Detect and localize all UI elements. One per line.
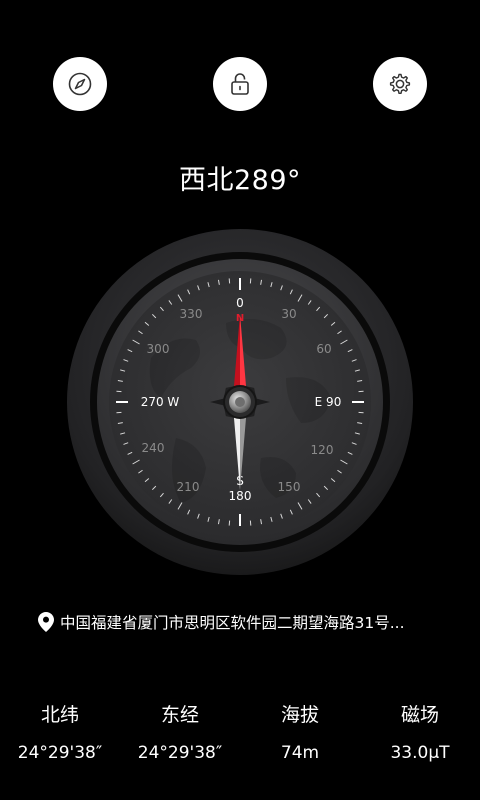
compass-icon <box>68 72 92 96</box>
needle-pin <box>235 397 245 407</box>
compass-dial: 0 N 270 W E 90 S 180 30 60 120 150 210 2… <box>67 229 413 575</box>
stat-value: 33.0μT <box>390 743 450 763</box>
label-60: 60 <box>316 342 331 356</box>
location-pin-icon <box>38 612 54 632</box>
stat-latitude: 北纬 24°29'38″ <box>0 700 120 763</box>
label-150: 150 <box>278 480 301 494</box>
compass-screen: 西北289° 0 N 270 W E 90 180 30 60 120 150 … <box>0 0 480 800</box>
label-210: 210 <box>177 480 200 494</box>
stat-label: 东经 <box>160 704 199 726</box>
stat-label: 磁场 <box>400 704 439 726</box>
label-30: 30 <box>281 307 296 321</box>
stat-magnetic-field: 磁场 33.0μT <box>360 700 480 763</box>
stat-value: 74m <box>280 743 320 763</box>
stat-value: 24°29'38″ <box>137 743 223 763</box>
compass-button[interactable] <box>53 57 107 111</box>
stat-altitude: 海拔 74m <box>240 700 360 763</box>
east-label: E 90 <box>315 395 342 409</box>
label-330: 330 <box>180 307 203 321</box>
gear-icon <box>389 73 411 94</box>
heading-readout: 西北289° <box>178 165 302 196</box>
unlock-icon <box>231 73 249 95</box>
west-label: 270 W <box>141 395 180 409</box>
label-300: 300 <box>147 342 170 356</box>
location-address: 中国福建省厦门市思明区软件园二期望海路31号... <box>60 614 405 632</box>
south-degree-label: 180 <box>229 489 252 503</box>
label-120: 120 <box>311 443 334 457</box>
settings-button[interactable] <box>373 57 427 111</box>
stat-longitude: 东经 24°29'38″ <box>120 700 240 763</box>
stat-label: 海拔 <box>280 704 319 726</box>
north-degree-label: 0 <box>236 296 244 310</box>
location-row: 中国福建省厦门市思明区软件园二期望海路31号... <box>38 611 460 633</box>
stat-label: 北纬 <box>40 704 79 726</box>
stat-value: 24°29'38″ <box>17 743 103 763</box>
label-240: 240 <box>142 441 165 455</box>
lock-button[interactable] <box>213 57 267 111</box>
